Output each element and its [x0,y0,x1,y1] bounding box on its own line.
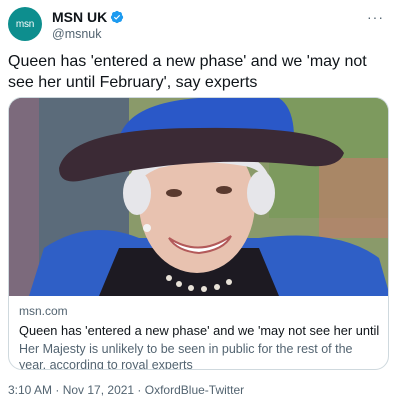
link-card[interactable]: msn.com Queen has 'entered a new phase' … [8,97,389,370]
tweet-time[interactable]: 3:10 AM [8,383,52,397]
author-handle[interactable]: @msnuk [52,27,124,41]
meta-separator: · [52,383,63,397]
msn-logo-icon: msn [15,18,35,30]
more-options-icon[interactable]: ··· [367,9,384,25]
card-description: Her Majesty is unlikely to be seen in pu… [19,342,353,370]
author-display-name[interactable]: MSN UK [52,9,107,25]
tweet-text: Queen has 'entered a new phase' and we '… [8,53,367,91]
tweet-header: msn MSN UK @msnuk ··· [8,7,392,41]
avatar[interactable]: msn [8,7,42,41]
tweet-source: OxfordBlue-Twitter [144,383,245,397]
tweet[interactable]: msn MSN UK @msnuk ··· Queen has 'entered… [0,0,400,408]
tweet-meta: 3:10 AM · Nov 17, 2021 · OxfordBlue-Twit… [8,383,244,397]
author-names: MSN UK @msnuk [52,8,124,41]
tweet-date[interactable]: Nov 17, 2021 [63,383,134,397]
verified-badge-icon [111,10,124,23]
card-domain: msn.com [19,304,68,318]
card-image[interactable] [9,98,389,296]
meta-separator-2: · [134,383,145,397]
card-body: msn.com Queen has 'entered a new phase' … [19,304,383,370]
card-title[interactable]: Queen has 'entered a new phase' and we '… [19,323,383,339]
